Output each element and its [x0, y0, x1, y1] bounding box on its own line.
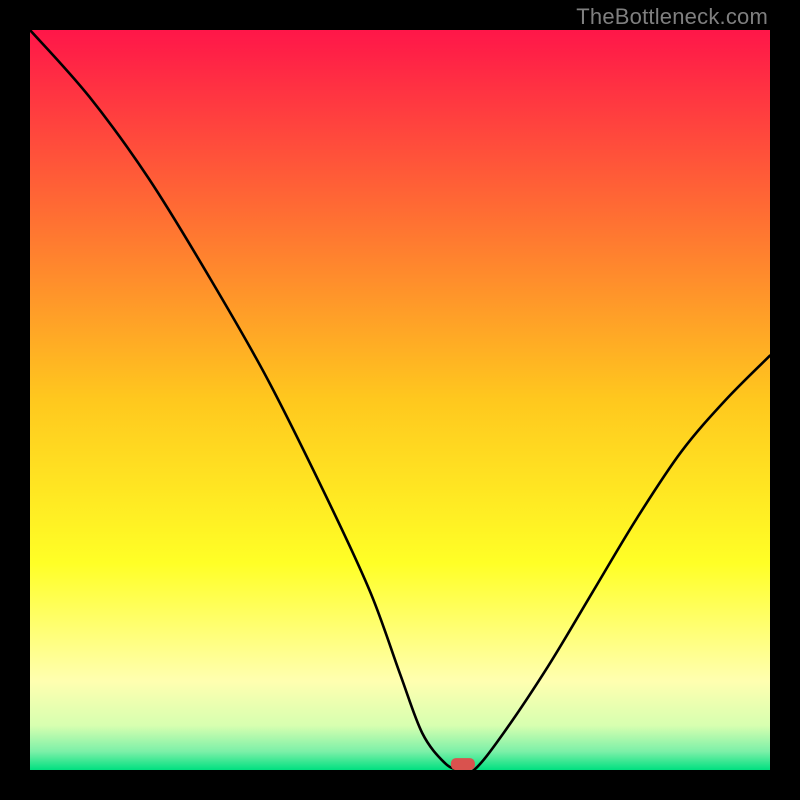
branding-watermark: TheBottleneck.com [576, 4, 768, 30]
chart-frame: TheBottleneck.com [0, 0, 800, 800]
optimal-marker [451, 758, 475, 770]
gradient-background [30, 30, 770, 770]
plot-area [30, 30, 770, 770]
chart-svg [30, 30, 770, 770]
